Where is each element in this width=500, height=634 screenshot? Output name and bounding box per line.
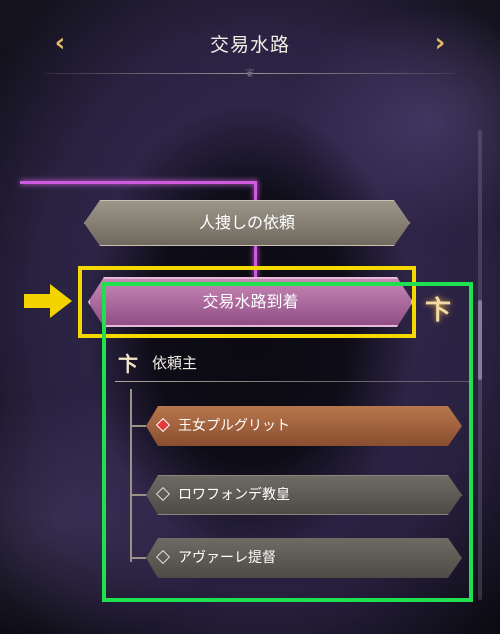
client-option-label: ロワフォンデ教皇 xyxy=(178,487,290,503)
client-option-label: アヴァーレ提督 xyxy=(178,550,276,566)
pointer-arrow-icon xyxy=(24,294,52,308)
crest-icon: ❦ xyxy=(244,66,256,80)
branch-rune-icon: 卞 xyxy=(425,296,452,326)
header: ‹ 交易水路 › ❦ xyxy=(0,0,500,85)
scrollbar-thumb[interactable] xyxy=(478,300,482,380)
client-option[interactable]: アヴァーレ提督 xyxy=(146,538,462,578)
tree-connector xyxy=(130,425,146,427)
route-line xyxy=(20,181,256,184)
client-option-label: 王女プルグリット xyxy=(178,418,290,434)
tree-connector xyxy=(130,494,146,496)
section-divider xyxy=(115,381,470,382)
client-option[interactable]: 王女プルグリット xyxy=(146,406,462,446)
client-option[interactable]: ロワフォンデ教皇 xyxy=(146,475,462,515)
chevron-right-icon[interactable]: › xyxy=(425,28,455,58)
route-line xyxy=(254,181,257,201)
section-title: 依頼主 xyxy=(152,354,198,372)
route-item-label: 人捜しの依頼 xyxy=(198,213,295,232)
route-item-search[interactable]: 人捜しの依頼 xyxy=(84,200,410,246)
branch-rune-icon: 卞 xyxy=(118,352,138,376)
tree-connector xyxy=(130,557,146,559)
tree-connector xyxy=(130,389,132,562)
pointer-arrow-head xyxy=(50,284,72,318)
